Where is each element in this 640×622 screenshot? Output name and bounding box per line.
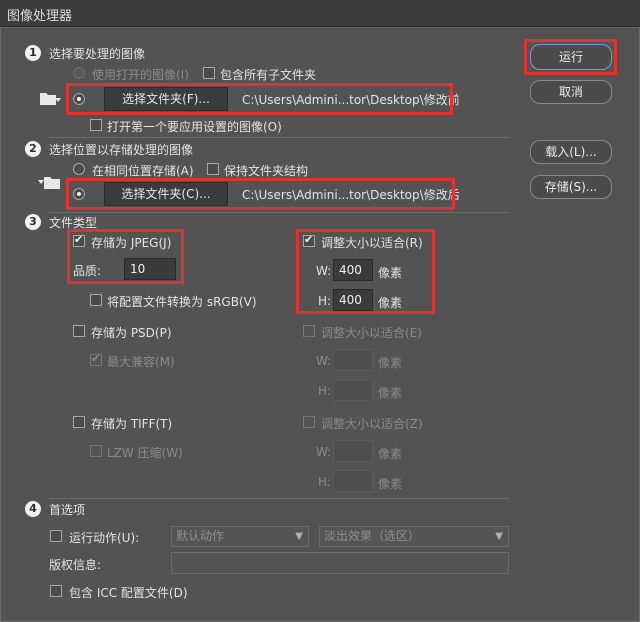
jpeg-resize-checkbox[interactable] — [303, 233, 315, 247]
tiff-width-input — [333, 440, 373, 462]
use-open-images-label: 使用打开的图像(I) — [92, 68, 189, 82]
run-button[interactable]: 运行 — [530, 44, 612, 70]
destination-folder-path: C:\Users\Admini...tor\Desktop\修改后 — [242, 188, 460, 202]
action-set-dropdown[interactable]: 默认动作 ▼ — [171, 526, 309, 547]
run-action-label: 运行动作(U): — [69, 531, 140, 545]
title-bar: 图像处理器 — [0, 0, 640, 27]
keep-structure-checkbox[interactable] — [207, 163, 219, 175]
action-dropdown[interactable]: 淡出效果（选区） ▼ — [319, 526, 509, 547]
same-location-radio[interactable] — [73, 163, 85, 175]
save-jpeg-label: 存储为 JPEG(J) — [91, 236, 172, 250]
select-destination-folder-button[interactable]: 选择文件夹(C)... — [104, 182, 228, 206]
use-open-images-radio — [73, 67, 85, 79]
max-compat-checkbox — [90, 352, 102, 366]
psd-resize-checkbox — [303, 325, 315, 337]
max-compat-label: 最大兼容(M) — [107, 355, 175, 369]
separator-1 — [49, 137, 509, 138]
jpeg-height-label: H: — [318, 294, 332, 308]
cancel-button[interactable]: 取消 — [530, 80, 612, 104]
same-location-label: 在相同位置存储(A) — [92, 164, 194, 178]
chevron-down-icon: ▼ — [495, 531, 503, 542]
jpeg-width-label: W: — [316, 264, 332, 278]
psd-height-label: H: — [318, 384, 332, 398]
section-1-number: 1 — [25, 45, 41, 61]
psd-height-input — [333, 379, 373, 401]
tiff-resize-checkbox — [303, 416, 315, 428]
open-first-image-label: 打开第一个要应用设置的图像(O) — [107, 120, 282, 134]
load-button[interactable]: 载入(L)... — [530, 140, 612, 164]
psd-resize-label: 调整大小以适合(E) — [321, 326, 422, 340]
include-subfolders-label: 包含所有子文件夹 — [220, 68, 317, 82]
jpeg-height-unit: 像素 — [378, 296, 403, 310]
section-3-number: 3 — [25, 214, 41, 230]
folder-destination-icon — [38, 177, 60, 189]
include-subfolders-checkbox[interactable] — [203, 67, 215, 79]
source-folder-path: C:\Users\Admini...tor\Desktop\修改前 — [242, 93, 460, 107]
jpeg-width-input[interactable]: 400 — [333, 259, 373, 281]
save-tiff-label: 存储为 TIFF(T) — [91, 417, 173, 431]
save-button[interactable]: 存储(S)... — [530, 175, 612, 199]
select-destination-folder-radio[interactable] — [73, 188, 85, 200]
convert-srgb-label: 将配置文件转换为 sRGB(V) — [107, 295, 257, 309]
open-first-image-checkbox[interactable] — [90, 119, 102, 131]
run-action-checkbox[interactable] — [50, 530, 62, 542]
tiff-height-input — [333, 470, 373, 492]
convert-srgb-checkbox[interactable] — [90, 294, 102, 306]
jpeg-height-input[interactable]: 400 — [333, 289, 373, 311]
chevron-down-icon: ▼ — [295, 531, 303, 542]
save-psd-label: 存储为 PSD(P) — [91, 326, 172, 340]
lzw-label: LZW 压缩(W) — [107, 446, 183, 460]
action-value: 淡出效果（选区） — [324, 529, 421, 543]
copyright-label: 版权信息: — [49, 558, 102, 572]
separator-2 — [49, 212, 509, 213]
jpeg-width-unit: 像素 — [378, 266, 403, 280]
section-4-number: 4 — [25, 501, 41, 517]
tiff-height-label: H: — [318, 475, 332, 489]
save-psd-checkbox[interactable] — [73, 325, 85, 337]
include-icc-checkbox[interactable] — [50, 585, 62, 597]
tiff-resize-label: 调整大小以适合(Z) — [321, 417, 423, 431]
section-1-title: 选择要处理的图像 — [49, 47, 146, 61]
jpeg-resize-label: 调整大小以适合(R) — [321, 236, 423, 250]
section-4-title: 首选项 — [49, 503, 86, 517]
section-2-title: 选择位置以存储处理的图像 — [49, 143, 194, 157]
section-3-title: 文件类型 — [49, 216, 98, 230]
psd-width-input — [333, 349, 373, 371]
action-set-value: 默认动作 — [176, 529, 225, 543]
tiff-height-unit: 像素 — [378, 477, 403, 491]
select-source-folder-radio[interactable] — [73, 93, 85, 105]
psd-width-label: W: — [316, 354, 332, 368]
folder-source-icon — [40, 93, 61, 105]
save-tiff-checkbox[interactable] — [73, 416, 85, 428]
psd-width-unit: 像素 — [378, 356, 403, 370]
psd-height-unit: 像素 — [378, 386, 403, 400]
jpeg-quality-label: 品质: — [73, 264, 102, 278]
tiff-width-label: W: — [316, 445, 332, 459]
include-icc-label: 包含 ICC 配置文件(D) — [69, 586, 188, 600]
separator-3 — [49, 498, 509, 499]
section-2-number: 2 — [25, 141, 41, 157]
window-title: 图像处理器 — [7, 9, 73, 24]
keep-structure-label: 保持文件夹结构 — [224, 164, 309, 178]
tiff-width-unit: 像素 — [378, 447, 403, 461]
jpeg-quality-input[interactable]: 10 — [124, 258, 176, 280]
save-jpeg-checkbox[interactable] — [73, 233, 85, 247]
lzw-checkbox — [90, 445, 102, 457]
copyright-input[interactable] — [171, 552, 509, 574]
select-source-folder-button[interactable]: 选择文件夹(F)... — [104, 87, 228, 111]
